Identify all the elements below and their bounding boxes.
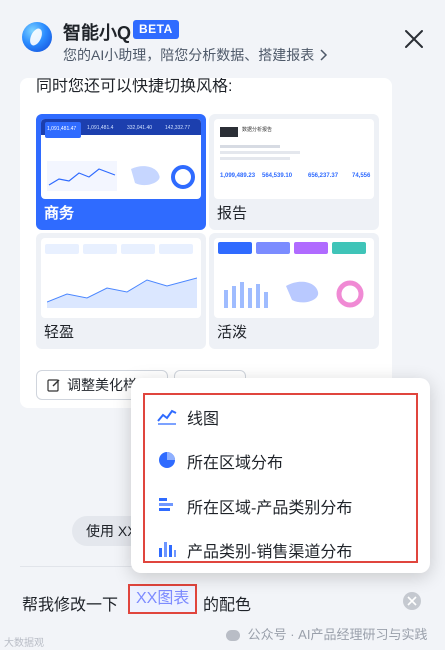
style-label-report: 报告 xyxy=(217,205,248,222)
chat-input[interactable]: 帮我修改一下 XX图表 的配色 xyxy=(0,578,445,623)
style-intro-text: 同时您还可以快捷切换风格: xyxy=(36,78,233,95)
input-prefix-text: 帮我修改一下 xyxy=(22,597,119,614)
chart-picker-dropdown: 线图 所在区域分布 所在区域-产品类别分布 产品类别-销售渠道分布 xyxy=(131,378,430,573)
thumb-report-kpi-2: 564,539.10 xyxy=(262,173,293,179)
thumb-kpi-1: 1,091,481.47 xyxy=(47,126,77,132)
bar-chart-icon xyxy=(159,498,173,511)
chevron-right-icon xyxy=(320,48,328,64)
pie-chart-icon xyxy=(159,452,175,468)
clear-input-button[interactable] xyxy=(403,592,421,610)
dropdown-item-label: 产品类别-销售渠道分布 xyxy=(187,544,353,561)
thumb-kpi-2: 1,091,481.4 xyxy=(87,125,114,131)
clear-icon xyxy=(407,596,417,606)
thumb-report-kpi-4: 74,556 xyxy=(352,173,371,179)
dropdown-item-label: 所在区域分布 xyxy=(187,455,284,472)
line-chart-icon xyxy=(157,409,177,425)
style-option-lively[interactable]: 活泼 xyxy=(209,233,379,349)
thumb-chart-icon xyxy=(47,161,195,191)
style-option-business[interactable]: 1,091,481.47 1,091,481.4 332,041.40 142,… xyxy=(36,114,206,230)
style-label-light: 轻盈 xyxy=(44,324,75,341)
thumb-chart-icon xyxy=(224,280,364,308)
thumb-report-kpi-1: 1,099,489.23 xyxy=(220,173,256,179)
watermark-text: 公众号 · AI产品经理研习与实践 xyxy=(247,627,428,642)
style-card: 同时您还可以快捷切换风格: 1,091,481.47 1,091,481.4 3… xyxy=(20,78,392,408)
assistant-subtitle[interactable]: 您的AI小助理，陪您分析数据、搭建报表 xyxy=(63,45,328,65)
business-thumbnail: 1,091,481.47 1,091,481.4 332,041.40 142,… xyxy=(41,119,201,199)
assistant-title: 智能小Q xyxy=(63,23,132,43)
report-thumbnail: 数据分析报告 1,099,489.23 564,539.10 656,237.3… xyxy=(214,119,374,199)
style-label-business: 商务 xyxy=(44,205,75,222)
column-chart-icon xyxy=(159,542,176,557)
edit-icon xyxy=(47,379,60,392)
thumb-kpi-4: 142,332.77 xyxy=(165,125,191,131)
subtitle-text: 您的AI小助理，陪您分析数据、搭建报表 xyxy=(63,47,315,63)
close-button[interactable] xyxy=(403,28,425,50)
wechat-icon xyxy=(226,630,240,642)
thumb-kpi-3: 332,041.40 xyxy=(127,125,153,131)
dropdown-highlight-box: 线图 所在区域分布 所在区域-产品类别分布 产品类别-销售渠道分布 xyxy=(143,393,418,563)
assistant-logo-icon xyxy=(22,22,52,52)
thumb-report-title: 数据分析报告 xyxy=(242,127,273,133)
beta-badge: BETA xyxy=(133,20,179,39)
chart-placeholder-token[interactable]: XX图表 xyxy=(128,584,198,614)
thumb-chart-icon xyxy=(47,277,197,308)
input-suffix-text: 的配色 xyxy=(203,597,252,614)
light-thumbnail xyxy=(41,238,201,318)
style-label-lively: 活泼 xyxy=(217,324,248,341)
dropdown-item-label: 所在区域-产品类别分布 xyxy=(187,500,353,517)
lively-thumbnail xyxy=(214,238,374,318)
header: 智能小Q BETA 您的AI小助理，陪您分析数据、搭建报表 xyxy=(0,0,445,78)
close-icon xyxy=(405,30,423,48)
thumb-report-kpi-3: 656,237.37 xyxy=(308,173,339,179)
watermark: 公众号 · AI产品经理研习与实践 xyxy=(226,624,427,643)
style-option-light[interactable]: 轻盈 xyxy=(36,233,206,349)
style-option-report[interactable]: 数据分析报告 1,099,489.23 564,539.10 656,237.3… xyxy=(209,114,379,230)
dropdown-item-label: 线图 xyxy=(187,411,220,428)
watermark-left: 大数据观 xyxy=(4,638,44,649)
adjust-button-label: 调整美化样 xyxy=(67,377,137,393)
